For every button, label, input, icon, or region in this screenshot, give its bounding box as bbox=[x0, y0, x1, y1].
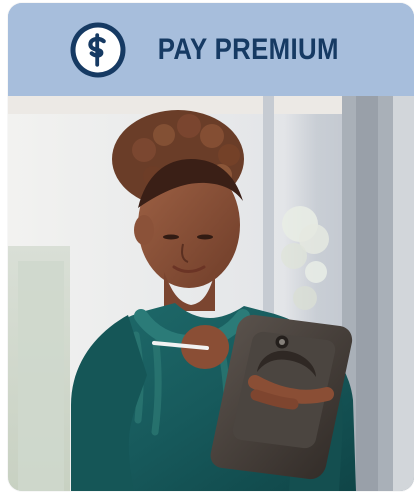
pay-premium-card[interactable]: PAY PREMIUM bbox=[8, 3, 414, 491]
card-photo bbox=[8, 96, 414, 491]
dollar-circle-icon bbox=[69, 21, 127, 79]
card-header: PAY PREMIUM bbox=[8, 3, 414, 96]
card-title: PAY PREMIUM bbox=[157, 32, 339, 66]
